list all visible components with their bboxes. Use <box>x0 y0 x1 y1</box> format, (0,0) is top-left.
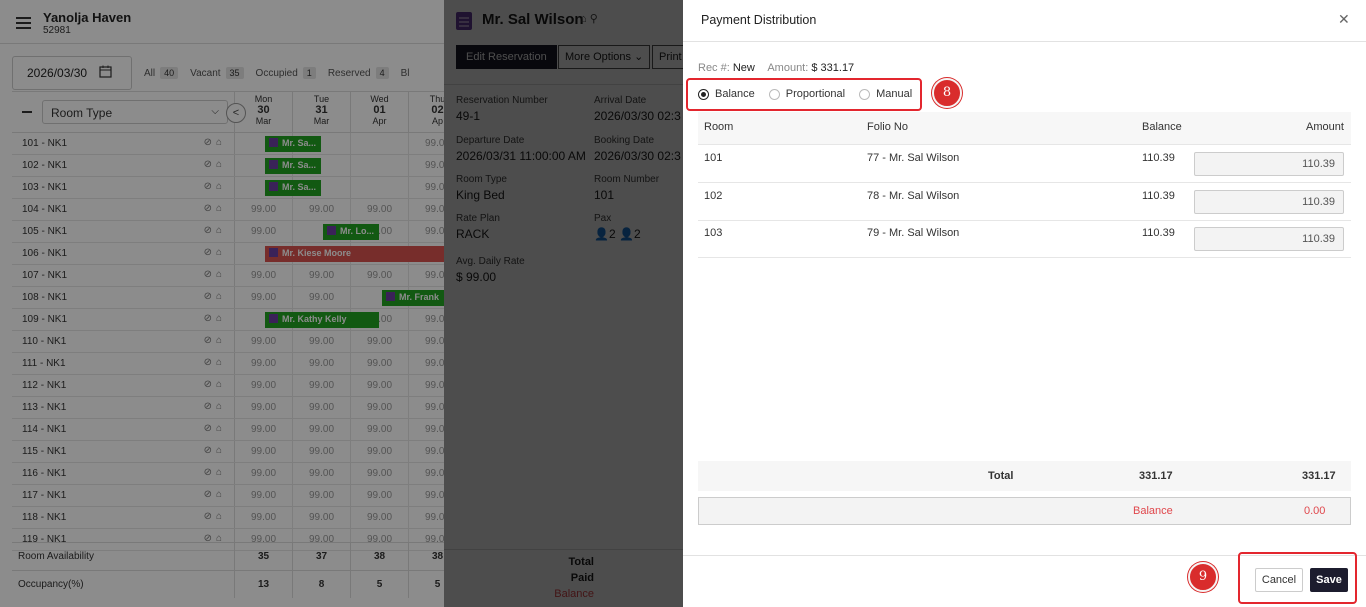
amount-input[interactable]: 110.39 <box>1194 190 1344 214</box>
amount-input[interactable]: 110.39 <box>1194 152 1344 176</box>
table-row: 101 77 - Mr. Sal Wilson 110.39 110.39 <box>698 145 1351 183</box>
balance-row: Balance 0.00 <box>698 497 1351 525</box>
step-badge-8: 8 <box>932 78 962 108</box>
cancel-button[interactable]: Cancel <box>1255 568 1303 592</box>
step-badge-9: 9 <box>1188 562 1218 592</box>
table-row: 103 79 - Mr. Sal Wilson 110.39 110.39 <box>698 220 1351 258</box>
payment-distribution-modal: Payment Distribution ✕ Rec #: New Amount… <box>683 0 1366 607</box>
total-row: Total 331.17 331.17 <box>698 461 1351 491</box>
modal-backdrop-panel[interactable] <box>444 0 683 607</box>
save-button[interactable]: Save <box>1310 568 1348 592</box>
distribution-table-header: Room Folio No Balance Amount <box>698 112 1351 145</box>
highlight-box-radio <box>686 78 922 111</box>
amount-input[interactable]: 110.39 <box>1194 227 1344 251</box>
modal-title: Payment Distribution <box>701 13 817 27</box>
close-icon[interactable]: ✕ <box>1338 12 1350 26</box>
divider <box>683 41 1366 42</box>
receipt-info: Rec #: New Amount: $ 331.17 <box>698 62 855 74</box>
table-row: 102 78 - Mr. Sal Wilson 110.39 110.39 <box>698 183 1351 221</box>
